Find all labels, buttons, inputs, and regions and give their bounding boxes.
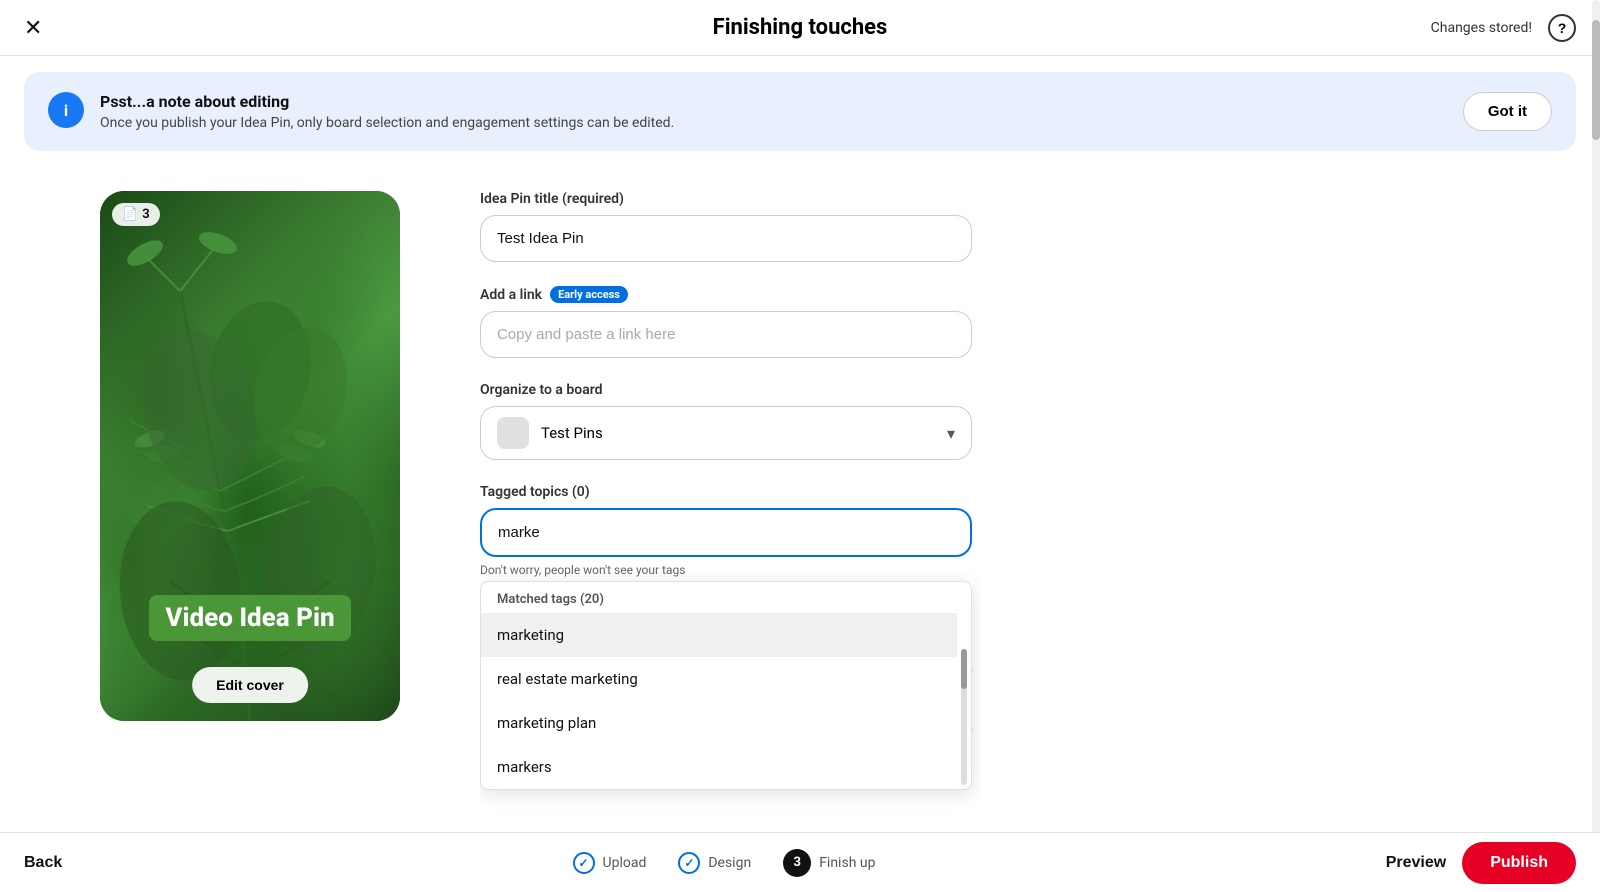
page-title: Finishing touches	[713, 15, 888, 40]
early-access-badge: Early access	[550, 286, 628, 303]
topics-form-group: Tagged topics (0) Don't worry, people wo…	[480, 484, 972, 577]
title-input[interactable]	[480, 215, 972, 262]
pin-title-overlay: Video Idea Pin	[100, 595, 400, 641]
dropdown-scrollbar[interactable]	[961, 649, 967, 785]
steps-row: ✓ Upload ✓ Design 3 Finish up	[573, 849, 876, 877]
preview-button[interactable]: Preview	[1386, 854, 1446, 872]
step-design-check: ✓	[678, 852, 700, 874]
topics-input[interactable]	[480, 508, 972, 557]
title-form-group: Idea Pin title (required)	[480, 191, 972, 262]
step-upload: ✓ Upload	[573, 852, 647, 874]
form-scrollbar-track[interactable]	[1592, 167, 1600, 853]
dropdown-header: Matched tags (20)	[481, 582, 971, 613]
dropdown-item-real-estate-marketing[interactable]: real estate marketing	[481, 657, 957, 701]
pin-card-background	[100, 191, 400, 721]
step-design-label: Design	[708, 855, 751, 871]
changes-stored-text: Changes stored!	[1431, 20, 1532, 36]
pin-count-badge: 📄 3	[112, 203, 160, 226]
pin-count: 3	[142, 207, 149, 222]
step-design: ✓ Design	[678, 852, 751, 874]
bottom-bar: Back ✓ Upload ✓ Design 3 Finish up Previ…	[0, 832, 1600, 892]
step-finish-number: 3	[783, 849, 811, 877]
info-banner-left: i Psst...a note about editing Once you p…	[48, 92, 674, 131]
link-form-group: Add a link Early access	[480, 286, 972, 358]
info-icon: i	[48, 92, 84, 128]
page-icon: 📄	[122, 207, 138, 222]
chevron-down-icon: ▾	[947, 424, 955, 443]
board-label: Organize to a board	[480, 382, 972, 398]
dropdown-scroll-thumb	[961, 649, 967, 689]
dropdown-item-marketing-plan[interactable]: marketing plan	[481, 701, 957, 745]
publish-button[interactable]: Publish	[1462, 842, 1576, 884]
header-left: ✕	[24, 17, 42, 39]
fern-illustration	[100, 191, 400, 721]
step-upload-label: Upload	[603, 855, 647, 871]
link-input[interactable]	[480, 311, 972, 358]
board-select-left: Test Pins	[497, 417, 603, 449]
step-upload-check: ✓	[573, 852, 595, 874]
tags-dropdown: Matched tags (20) marketing real estate …	[480, 581, 972, 790]
board-avatar	[497, 417, 529, 449]
tags-hint: Don't worry, people won't see your tags	[480, 563, 972, 577]
board-select[interactable]: Test Pins ▾	[480, 406, 972, 460]
pin-preview: 📄 3 Video Idea Pin Edit cover	[100, 191, 400, 829]
banner-description: Once you publish your Idea Pin, only boa…	[100, 115, 674, 131]
info-banner: i Psst...a note about editing Once you p…	[24, 72, 1576, 151]
matched-tags-label: Matched tags (20)	[497, 592, 604, 607]
info-text: Psst...a note about editing Once you pub…	[100, 92, 674, 131]
pin-card: 📄 3 Video Idea Pin Edit cover	[100, 191, 400, 721]
step-finish: 3 Finish up	[783, 849, 875, 877]
dropdown-item-markers[interactable]: markers	[481, 745, 957, 789]
back-button[interactable]: Back	[24, 854, 62, 872]
edit-cover-button[interactable]: Edit cover	[192, 667, 308, 703]
dropdown-item-marketing[interactable]: marketing	[481, 613, 957, 657]
topics-dropdown-container: Don't worry, people won't see your tags …	[480, 508, 972, 577]
link-label: Add a link Early access	[480, 286, 972, 303]
help-button[interactable]: ?	[1548, 14, 1576, 42]
header: ✕ Finishing touches Changes stored! ?	[0, 0, 1600, 56]
banner-title: Psst...a note about editing	[100, 92, 674, 111]
pin-title-text: Video Idea Pin	[149, 595, 350, 641]
close-button[interactable]: ✕	[24, 17, 42, 39]
bottom-right: Preview Publish	[1386, 842, 1576, 884]
board-value: Test Pins	[541, 424, 603, 442]
board-form-group: Organize to a board Test Pins ▾	[480, 382, 972, 460]
header-right: Changes stored! ?	[1431, 14, 1576, 42]
step-finish-label: Finish up	[819, 855, 875, 871]
got-it-button[interactable]: Got it	[1463, 92, 1552, 131]
title-label: Idea Pin title (required)	[480, 191, 972, 207]
form-panel: Idea Pin title (required) Add a link Ear…	[480, 191, 980, 829]
main-content: 📄 3 Video Idea Pin Edit cover Idea Pin t…	[0, 167, 1600, 853]
topics-label: Tagged topics (0)	[480, 484, 972, 500]
